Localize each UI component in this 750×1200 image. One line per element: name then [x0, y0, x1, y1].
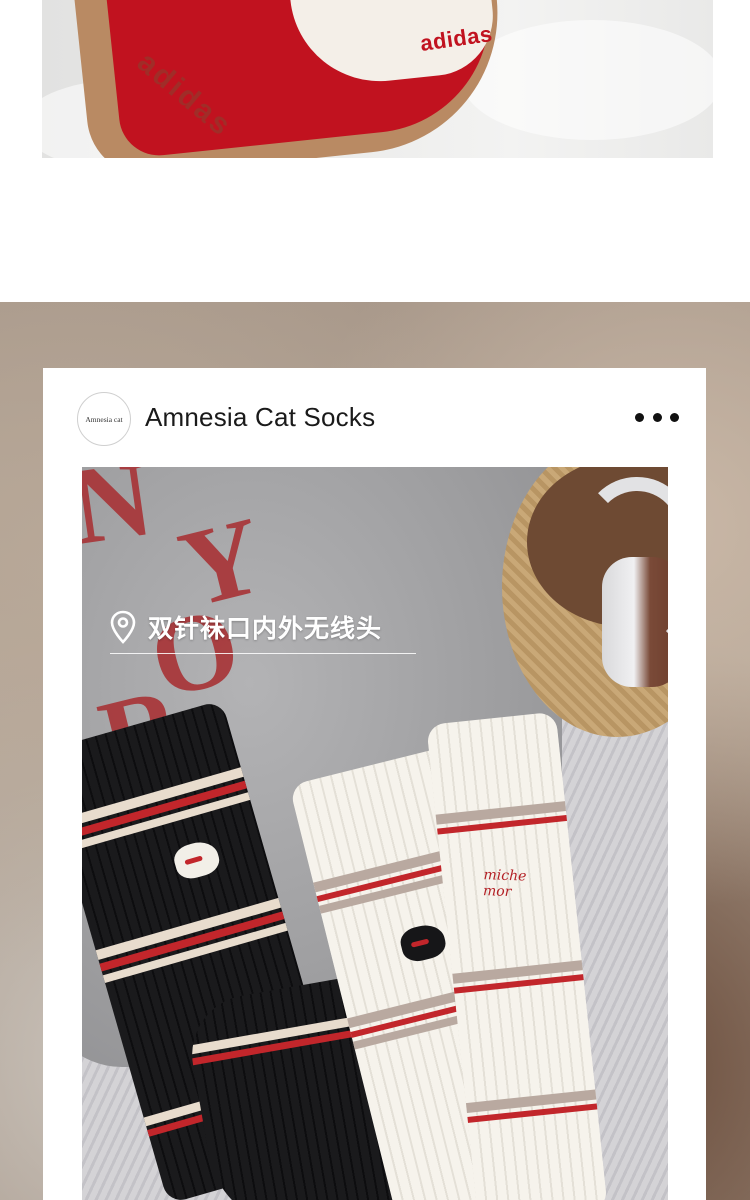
dog-collar	[184, 855, 204, 866]
more-horizontal-icon-dot	[652, 412, 662, 422]
post-header: Amnesia cat Amnesia Cat Socks	[43, 368, 706, 468]
more-horizontal-icon-dot	[670, 412, 679, 422]
product-photo[interactable]: N Y O R K 双针袜口内外无线头	[82, 467, 668, 1200]
bedsheet-fold	[462, 20, 713, 140]
feature-tag: 双针袜口内外无线头	[110, 609, 382, 645]
dog-embroidery	[170, 837, 223, 883]
location-pin-icon	[110, 610, 136, 644]
headphone-band	[582, 477, 668, 657]
avatar-text: Amnesia cat	[85, 414, 123, 424]
feature-text: 双针袜口内外无线头	[148, 614, 383, 643]
more-options-button[interactable]	[635, 404, 679, 430]
more-horizontal-icon-dot	[635, 412, 644, 422]
dog-collar	[410, 938, 430, 948]
post-card: Amnesia cat Amnesia Cat Socks N Y O R K …	[43, 368, 706, 1200]
dog-embroidery	[397, 921, 449, 965]
sock-embroidery-text: miche mor	[482, 867, 527, 901]
post-author-name[interactable]: Amnesia Cat Socks	[145, 402, 375, 433]
feature-underline	[110, 653, 416, 654]
sweatshirt-letter: N	[82, 467, 160, 568]
avatar[interactable]: Amnesia cat	[77, 392, 131, 446]
sneaker-photo: adidas adidas	[42, 0, 713, 158]
